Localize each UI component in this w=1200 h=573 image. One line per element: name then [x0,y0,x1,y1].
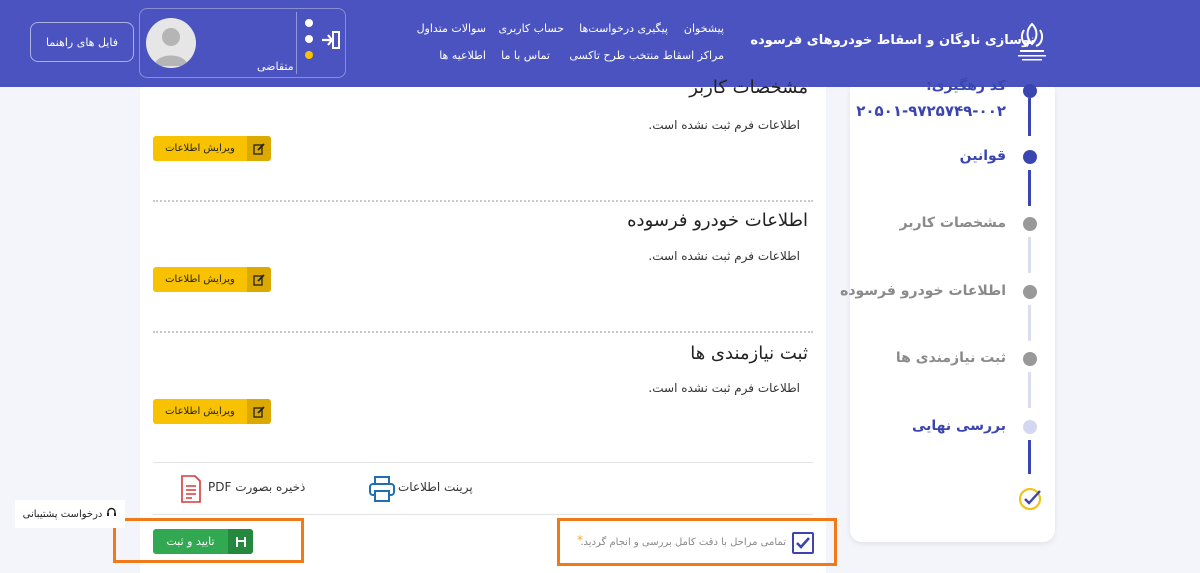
step-label-vehicle[interactable]: اطلاعات خودرو فرسوده [840,283,1006,299]
step-label-final[interactable]: بررسی نهایی [912,418,1006,434]
nav-dashboard[interactable]: پیشخوان [684,22,724,35]
notification-dot-icon[interactable] [305,51,313,59]
nav-faq[interactable]: سوالات متداول [417,22,486,35]
step-label-rules[interactable]: قوانین [960,148,1006,164]
edit-user-button[interactable]: ویرایش اطلاعات [153,136,271,161]
step-label-needs[interactable]: ثبت نیازمندی ها [896,350,1006,366]
section-title-needs: ثبت نیازمندی ها [690,343,808,364]
step-connector [1028,305,1031,341]
section-divider [153,200,813,202]
edit-button-label: ویرایش اطلاعات [165,143,235,154]
save-icon [228,529,253,554]
nav-requests[interactable]: پیگیری درخواست‌ها [579,22,668,35]
checkmark-icon [796,537,810,549]
step-connector [1028,440,1031,474]
edit-icon [247,136,271,161]
actions-divider [153,462,813,463]
edit-vehicle-button[interactable]: ویرایش اطلاعات [153,267,271,292]
check-circle-icon [1016,485,1044,517]
step-connector [1028,170,1031,206]
step-dot-needs [1023,352,1037,366]
edit-button-label: ویرایش اطلاعات [165,406,235,417]
footer-divider [153,514,813,515]
edit-needs-button[interactable]: ویرایش اطلاعات [153,399,271,424]
step-connector [1028,372,1031,408]
top-header: نوسازی ناوگان و اسقاط خودروهای فرسوده پی… [0,0,1200,87]
step-connector [1028,237,1031,273]
step-dot-tracking [1023,84,1037,98]
print-link[interactable]: پرینت اطلاعات [368,475,478,503]
support-label: درخواست پشتیبانی [22,508,103,520]
section-divider [153,331,813,333]
print-label: پرینت اطلاعات [398,480,473,494]
edit-icon [247,267,271,292]
step-dot-vehicle [1023,285,1037,299]
save-pdf-label: ذخیره بصورت PDF [208,480,306,494]
tracking-label: کد رهگیری: [926,78,1006,94]
step-dot-rules [1023,150,1037,164]
headset-icon [106,507,117,521]
pdf-icon [180,475,202,507]
agree-text: تمامی مراحل با دقت کامل بررسی و انجام گر… [580,537,786,548]
nav-centers[interactable]: مراکز اسقاط منتخب طرح تاکسی [569,49,724,62]
step-dot-final [1023,420,1037,434]
menu-dot-icon [305,35,313,43]
printer-icon [368,476,396,506]
support-request-button[interactable]: درخواست پشتیبانی [15,500,125,528]
nav-account[interactable]: حساب کاربری [499,22,564,35]
tracking-code: ۲۰۵۰۱-۹۷۲۵۷۴۹-۰۰۲ [856,102,1006,120]
avatar[interactable] [146,18,196,68]
save-pdf-link[interactable]: ذخیره بصورت PDF [180,475,310,503]
section-note-vehicle: اطلاعات فرم ثبت نشده است. [648,249,800,263]
logout-icon[interactable] [321,31,341,49]
guide-files-button[interactable]: فایل های راهنما [30,22,134,62]
menu-dot-icon [305,19,313,27]
step-connector [1028,98,1031,136]
section-note-needs: اطلاعات فرم ثبت نشده است. [648,381,800,395]
nav-contact[interactable]: تماس با ما [501,49,550,62]
confirm-label: تایید و ثبت [166,535,215,548]
section-title-user: مشخصات کاربر [689,77,808,98]
edit-icon [247,399,271,424]
section-note-user: اطلاعات فرم ثبت نشده است. [648,118,800,132]
site-title: نوسازی ناوگان و اسقاط خودروهای فرسوده [750,33,1035,48]
confirm-submit-button[interactable]: تایید و ثبت [153,529,253,554]
step-label-user[interactable]: مشخصات کاربر [900,215,1006,231]
section-title-vehicle: اطلاعات خودرو فرسوده [627,210,808,231]
required-star: * [577,533,583,547]
role-label: متقاضی [257,60,294,73]
profile-divider [296,12,297,74]
edit-button-label: ویرایش اطلاعات [165,274,235,285]
nav-news[interactable]: اطلاعیه ها [439,49,486,62]
step-dot-user [1023,217,1037,231]
agree-checkbox[interactable] [792,532,814,554]
